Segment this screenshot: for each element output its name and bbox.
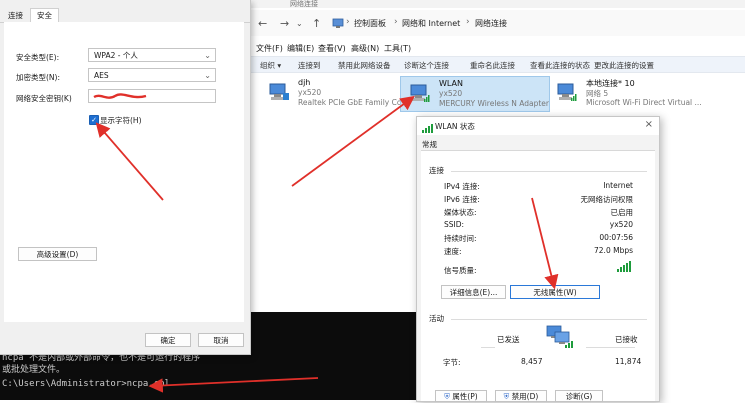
- annotation-overlay: [95, 95, 559, 393]
- arrow-to-wlan: [291, 95, 415, 187]
- arrow-to-wireless-properties: [531, 197, 559, 290]
- arrow-to-command: [148, 377, 319, 393]
- arrow-to-show-characters: [95, 122, 164, 201]
